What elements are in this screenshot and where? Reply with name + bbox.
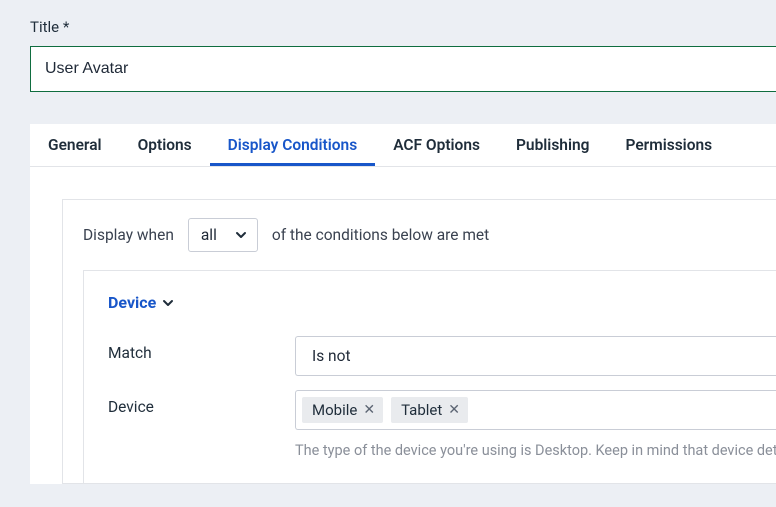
match-select[interactable]: Is not [295,336,776,376]
rule-title[interactable]: Device [108,293,174,312]
chevron-down-icon [162,297,174,309]
match-label: Match [108,336,295,362]
display-when-prefix: Display when [83,226,174,244]
tab-display-conditions[interactable]: Display Conditions [210,124,376,166]
chevron-down-icon [235,229,247,241]
device-row: Device Mobile ✕ Tablet ✕ The type of the… [108,390,776,459]
device-select[interactable]: Mobile ✕ Tablet ✕ [295,390,776,430]
tab-general[interactable]: General [30,124,120,166]
device-tag-label: Mobile [312,401,357,419]
device-label: Device [108,390,295,416]
match-row: Match Is not [108,336,776,376]
tab-options[interactable]: Options [120,124,210,166]
device-help-text: The type of the device you're using is D… [295,442,776,459]
mode-value: all [201,226,217,244]
tabs: General Options Display Conditions ACF O… [30,124,776,167]
conditions-group: Display when all of the conditions below… [62,199,776,484]
conditions-header: Display when all of the conditions below… [63,200,776,270]
tab-publishing[interactable]: Publishing [498,124,608,166]
match-value: Is not [312,347,351,365]
settings-panel: General Options Display Conditions ACF O… [30,124,776,484]
display-when-suffix: of the conditions below are met [272,226,489,244]
rule-title-text: Device [108,293,156,312]
tab-acf-options[interactable]: ACF Options [375,124,498,166]
device-tag: Mobile ✕ [302,397,383,423]
title-label: Title * [30,18,776,36]
remove-icon[interactable]: ✕ [448,403,460,417]
device-tag: Tablet ✕ [391,397,468,423]
remove-icon[interactable]: ✕ [363,403,375,417]
tab-permissions[interactable]: Permissions [607,124,730,166]
device-tag-label: Tablet [401,401,442,419]
mode-select[interactable]: all [188,218,258,252]
title-input[interactable] [30,46,776,92]
condition-rule: Device Match Is not Device [83,270,776,483]
